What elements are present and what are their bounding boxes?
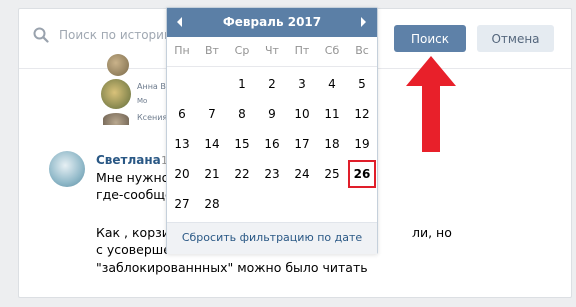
date-cell[interactable]: 15 <box>227 129 257 159</box>
date-cell[interactable]: 1 <box>227 69 257 99</box>
weekday-label: Сб <box>324 44 340 57</box>
reset-date-filter-link[interactable]: Сбросить фильтрацию по дате <box>167 231 377 244</box>
message-author[interactable]: Светлана <box>96 153 161 167</box>
date-cell[interactable]: 7 <box>197 99 227 129</box>
date-picker-title: Февраль 2017 <box>222 15 322 29</box>
date-cell[interactable]: 6 <box>167 99 197 129</box>
date-cell[interactable]: 21 <box>197 159 227 189</box>
date-cell[interactable]: 13 <box>167 129 197 159</box>
date-cell[interactable]: 18 <box>317 129 347 159</box>
message-text-line: где-сообще <box>96 187 173 202</box>
date-cell[interactable]: 17 <box>287 129 317 159</box>
date-cell[interactable]: 27 <box>167 189 197 219</box>
date-cell[interactable]: 22 <box>227 159 257 189</box>
date-cell[interactable]: 12 <box>347 99 377 129</box>
weekday-label: Чт <box>265 44 279 57</box>
participant-meta: Мо <box>137 97 148 105</box>
weekday-label: Ср <box>234 44 250 57</box>
divider <box>167 66 377 67</box>
date-cell[interactable]: 25 <box>317 159 347 189</box>
date-cell[interactable]: 3 <box>287 69 317 99</box>
date-picker-header: Февраль 2017 <box>167 8 377 37</box>
next-month-arrow-icon[interactable] <box>361 17 366 27</box>
date-cell[interactable]: 23 <box>257 159 287 189</box>
date-cell-today[interactable]: 26 <box>347 159 377 189</box>
search-icon <box>33 27 49 43</box>
date-cell[interactable]: 9 <box>257 99 287 129</box>
date-cell[interactable]: 16 <box>257 129 287 159</box>
date-cell[interactable]: 8 <box>227 99 257 129</box>
avatar <box>101 79 131 109</box>
search-button[interactable]: Поиск <box>394 25 466 52</box>
avatar <box>107 54 129 76</box>
date-cell[interactable]: 20 <box>167 159 197 189</box>
avatar <box>103 113 129 125</box>
date-cell[interactable]: 24 <box>287 159 317 189</box>
weekday-label: Вс <box>355 44 369 57</box>
date-picker: Февраль 2017 Пн Вт Ср Чт Пт Сб Вс 1 2 3 4 5 6 7 8 9 10 1… <box>166 7 378 254</box>
date-picker-footer: Сбросить фильтрацию по дате <box>167 222 377 254</box>
message-text-line: Мне нужно <box>96 170 170 185</box>
date-cell[interactable]: 10 <box>287 99 317 129</box>
avatar[interactable] <box>49 151 85 187</box>
weekday-label: Пн <box>174 44 190 57</box>
participant-name: Ксения <box>137 113 168 122</box>
message-text-line: "заблокированнных" можно было читать <box>96 260 368 275</box>
weekday-label: Пт <box>294 44 310 57</box>
date-cell[interactable]: 28 <box>197 189 227 219</box>
date-cell[interactable]: 2 <box>257 69 287 99</box>
weekday-label: Вт <box>205 44 219 57</box>
weekday-row: Пн Вт Ср Чт Пт Сб Вс <box>167 44 377 64</box>
date-cell[interactable]: 11 <box>317 99 347 129</box>
date-cell[interactable]: 5 <box>347 69 377 99</box>
date-cell[interactable]: 19 <box>347 129 377 159</box>
date-cell[interactable]: 4 <box>317 69 347 99</box>
cancel-button[interactable]: Отмена <box>477 25 554 52</box>
date-cell[interactable]: 14 <box>197 129 227 159</box>
up-arrow-icon <box>406 56 456 152</box>
message-text-line: ли, но <box>412 225 452 240</box>
